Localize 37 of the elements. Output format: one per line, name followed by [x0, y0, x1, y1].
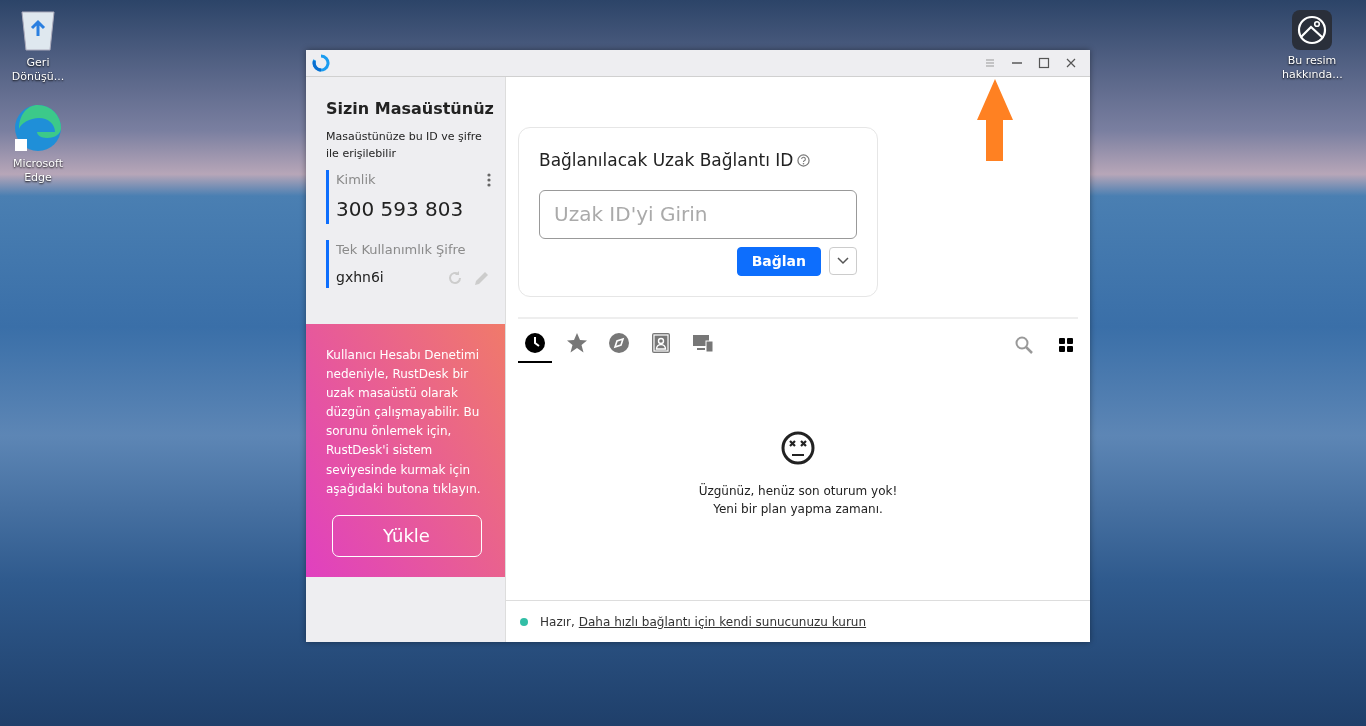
desktop-shortcut[interactable]: Bu resim hakkında...	[1274, 10, 1350, 82]
dropdown-button[interactable]	[829, 246, 857, 275]
id-label: Kimlik	[336, 171, 376, 189]
search-icon[interactable]	[1014, 334, 1034, 355]
server-setup-link[interactable]: Daha hızlı bağlantı için kendi sunucunuzu kurun	[578, 612, 867, 631]
connect-button[interactable]: Bağlan	[736, 246, 821, 276]
more-options-icon[interactable]	[487, 172, 491, 187]
app-logo-icon	[312, 54, 330, 72]
browser-icon	[13, 103, 63, 153]
password-label: Tek Kullanımlık Şifre	[336, 240, 467, 259]
sidebar-title: Sizin Masaüstünüz	[326, 98, 491, 120]
devices-icon	[692, 332, 714, 354]
picture-info-icon	[1292, 10, 1332, 50]
empty-hint: Yeni bir plan yapma zamanı.	[713, 501, 883, 519]
connect-title: Bağlanılacak Uzak Bağlantı ID	[539, 149, 794, 172]
banner-text: Kullanıcı Hesabı Denetimi nedeniyle, RustDesk bir uzak masaüstü olarak düzgün çalışmayabilir. Bu sorunu önlemek için, RustDesk'i sistem seviyesinde kurmak için aşağıdaki butona tıklayın.	[326, 346, 482, 498]
maximize-icon	[1036, 56, 1051, 70]
status-text: Hazır,	[540, 613, 575, 631]
id-value: 300 593 803	[336, 195, 465, 223]
contact-book-icon	[650, 332, 672, 354]
compass-icon	[608, 332, 630, 354]
empty-message: Üzgünüz, henüz son oturum yok!	[698, 482, 898, 501]
grid-view-icon[interactable]	[1058, 336, 1074, 353]
sidebar-subtitle: Masaüstünüze bu ID ve şifre ile erişilebilir	[326, 129, 483, 162]
shortcut-label: Bu resim hakkında...	[1282, 54, 1342, 82]
help-icon[interactable]	[797, 154, 811, 168]
sad-face-icon	[780, 430, 816, 467]
desktop-shortcut[interactable]: Geri Dönüşü...	[0, 8, 76, 84]
shortcut-label: Geri Dönüşü...	[10, 56, 66, 84]
star-icon	[566, 332, 588, 354]
shortcut-label: Microsoft Edge	[11, 157, 65, 185]
install-button[interactable]: Yükle	[331, 515, 482, 557]
password-value: gxhn6i	[336, 268, 384, 287]
clock-icon	[524, 332, 546, 354]
caret-icon	[837, 257, 849, 265]
recycle-bin-icon	[18, 8, 58, 52]
remote-id-field[interactable]: Uzak ID'yi Girin	[539, 189, 857, 239]
